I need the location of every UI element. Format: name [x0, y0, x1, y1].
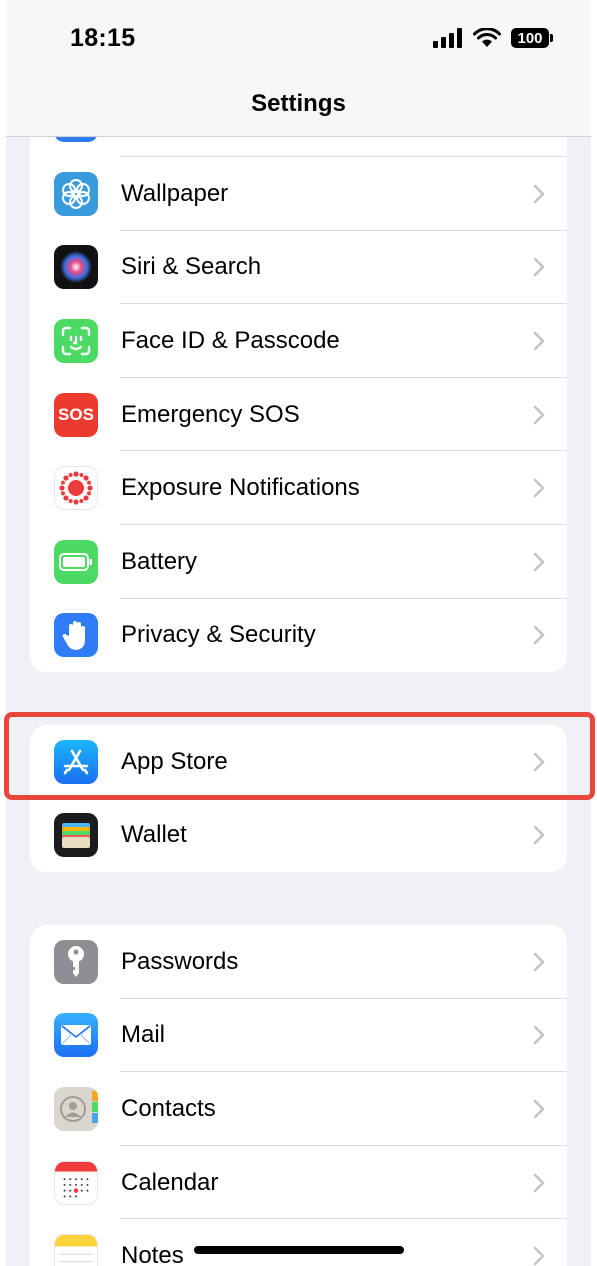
- settings-row-calendar[interactable]: Calendar: [30, 1146, 567, 1220]
- wallet-icon: [54, 813, 98, 858]
- chevron-right-icon: [533, 258, 545, 277]
- cellular-signal-icon: [433, 28, 462, 48]
- row-label: Exposure Notifications: [121, 474, 360, 502]
- page-title: Settings: [251, 90, 346, 117]
- highlight-box: [4, 712, 595, 800]
- wallpaper-icon: [54, 171, 98, 216]
- battery-icon: [54, 539, 98, 584]
- chevron-right-icon: [533, 552, 545, 572]
- chevron-right-icon: [533, 1246, 545, 1266]
- row-label: Calendar: [121, 1168, 219, 1196]
- settings-row-exposure-notifications[interactable]: Exposure Notifications: [30, 451, 567, 525]
- chevron-right-icon: [533, 405, 545, 424]
- settings-row-wallet[interactable]: Wallet: [30, 799, 567, 872]
- settings-row-mail[interactable]: Mail: [30, 999, 567, 1073]
- settings-group-display: Wallpaper Siri & Search Face ID & Passco…: [30, 120, 567, 672]
- row-label: Mail: [121, 1021, 166, 1049]
- chevron-right-icon: [533, 478, 545, 498]
- settings-row-notes[interactable]: Notes: [30, 1219, 567, 1266]
- status-bar: 18:15 100: [6, 0, 591, 82]
- settings-row-siri[interactable]: Siri & Search: [30, 231, 567, 305]
- row-label: Contacts: [121, 1094, 216, 1122]
- settings-row-face-id[interactable]: Face ID & Passcode: [30, 304, 567, 378]
- row-label: Passwords: [121, 947, 239, 975]
- sos-icon: SOS: [54, 392, 98, 437]
- chevron-right-icon: [533, 184, 545, 204]
- status-time: 18:15: [70, 24, 136, 52]
- settings-row-battery[interactable]: Battery: [30, 525, 567, 599]
- contacts-icon: [54, 1086, 98, 1131]
- notes-icon: [54, 1234, 98, 1266]
- chevron-right-icon: [533, 1099, 545, 1119]
- settings-screen: Wallpaper Siri & Search Face ID & Passco…: [6, 0, 591, 1266]
- chevron-right-icon: [533, 952, 545, 972]
- sos-icon-text: SOS: [58, 404, 94, 424]
- key-icon: [54, 939, 98, 984]
- settings-row-passwords[interactable]: Passwords: [30, 925, 567, 999]
- row-label: Battery: [121, 547, 198, 575]
- hand-icon: [54, 613, 98, 658]
- chevron-right-icon: [533, 1026, 545, 1045]
- wifi-icon: [473, 28, 501, 47]
- row-label: Emergency SOS: [121, 400, 300, 428]
- chevron-right-icon: [533, 331, 545, 351]
- chevron-right-icon: [533, 1173, 545, 1192]
- battery-status-icon: 100: [511, 28, 553, 48]
- chevron-right-icon: [533, 826, 545, 845]
- calendar-icon: [54, 1160, 98, 1205]
- settings-row-privacy[interactable]: Privacy & Security: [30, 599, 567, 672]
- home-indicator: [194, 1246, 404, 1254]
- row-label: Notes: [121, 1242, 184, 1266]
- face-id-icon: [54, 318, 98, 363]
- status-icons: 100: [433, 28, 553, 48]
- chevron-right-icon: [533, 626, 545, 645]
- row-label: Siri & Search: [121, 253, 262, 281]
- siri-icon: [54, 245, 98, 290]
- settings-row-wallpaper[interactable]: Wallpaper: [30, 157, 567, 231]
- navigation-bar: Settings: [6, 82, 591, 137]
- settings-row-contacts[interactable]: Contacts: [30, 1072, 567, 1146]
- row-label: Face ID & Passcode: [121, 326, 340, 354]
- exposure-notifications-icon: [54, 466, 98, 511]
- row-label: Privacy & Security: [121, 621, 316, 649]
- row-label: Wallpaper: [121, 179, 229, 207]
- battery-level: 100: [517, 29, 543, 47]
- row-label: Wallet: [121, 821, 187, 849]
- settings-group-apps: Passwords Mail Contacts Calendar Notes: [30, 925, 567, 1266]
- settings-row-emergency-sos[interactable]: SOS Emergency SOS: [30, 378, 567, 452]
- mail-icon: [54, 1013, 98, 1058]
